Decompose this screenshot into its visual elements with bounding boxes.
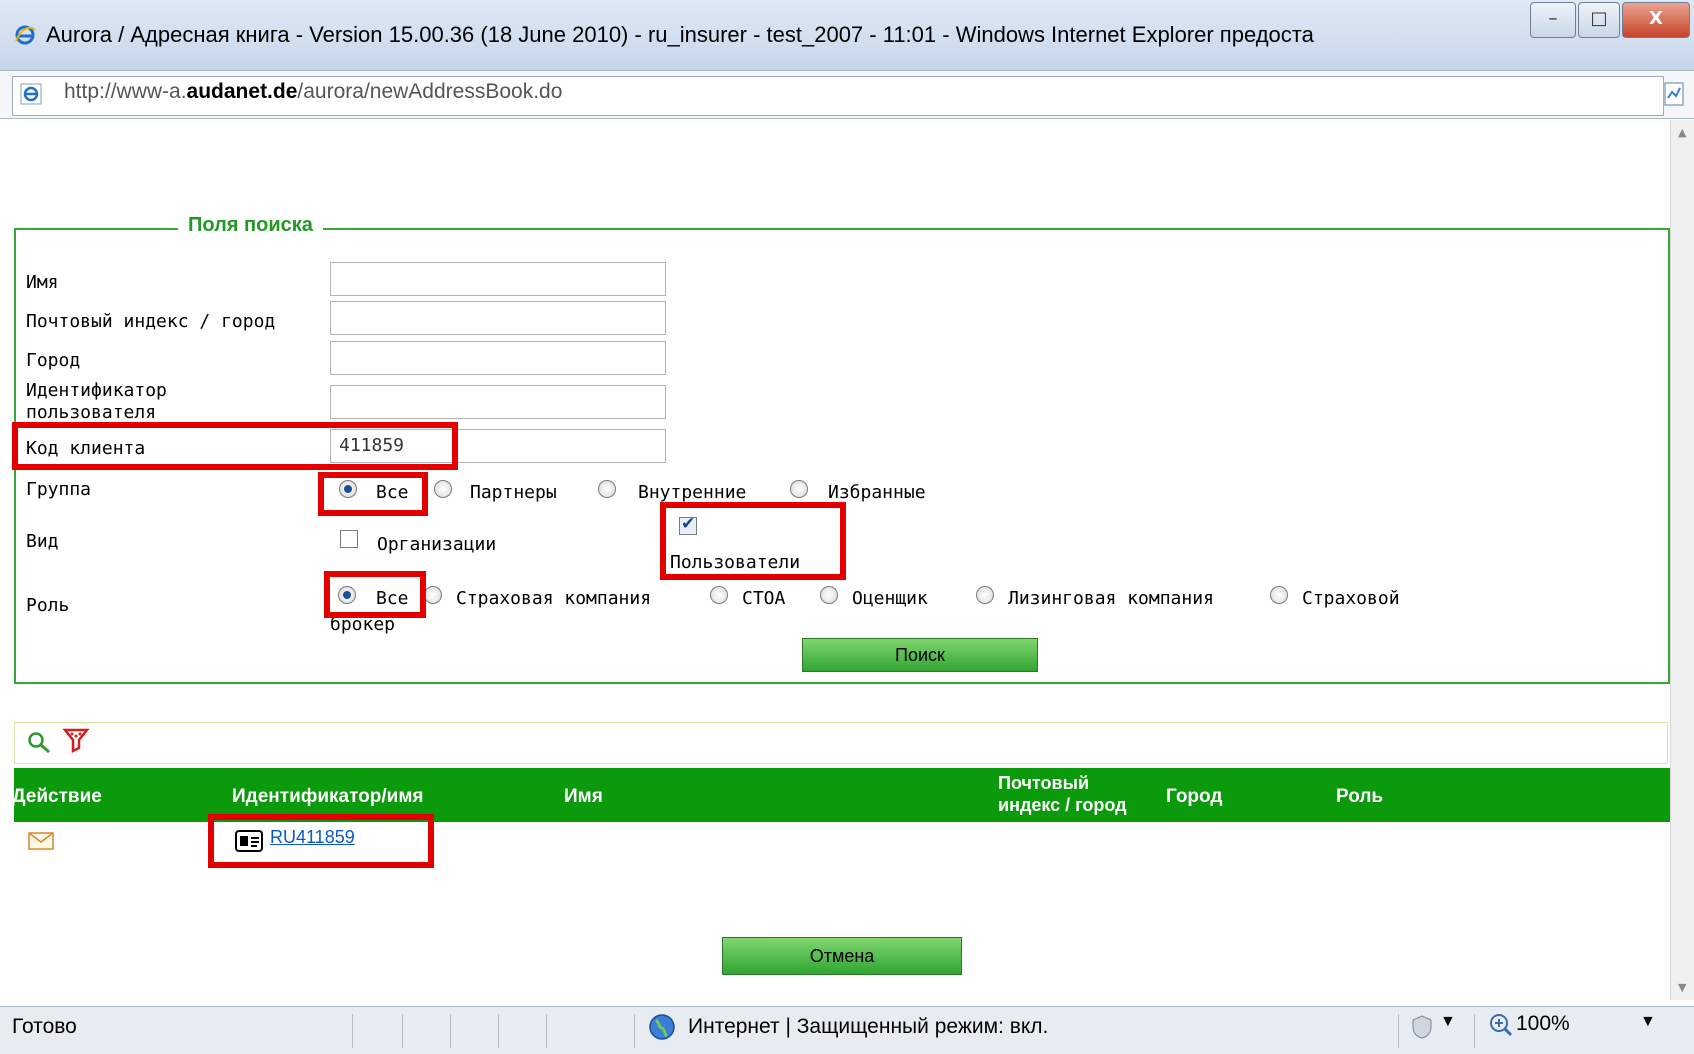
url-domain: audanet.de	[186, 80, 298, 103]
role-leasing-label: Лизинговая компания	[1008, 588, 1214, 609]
column-postal-line1: Почтовый	[998, 773, 1090, 793]
minimize-icon: –	[1548, 8, 1558, 29]
close-button[interactable]: X	[1622, 2, 1690, 38]
close-icon: X	[1649, 8, 1663, 29]
postal-input[interactable]	[330, 301, 666, 335]
highlight-users	[660, 502, 846, 580]
scroll-down-icon[interactable]: ▼	[1678, 981, 1686, 994]
globe-icon	[649, 1014, 675, 1040]
results-toolbar	[14, 722, 1668, 764]
role-leasing-radio[interactable]	[976, 586, 994, 604]
column-postal-line2: индекс / город	[998, 795, 1127, 815]
status-zone: Интернет | Защищенный режим: вкл.	[688, 1015, 1049, 1038]
search-legend: Поля поиска	[178, 214, 323, 237]
role-label: Роль	[26, 595, 70, 616]
url-path: /aurora/newAddressBook.do	[297, 80, 563, 103]
group-partners-label: Партнеры	[470, 482, 557, 503]
role-stoa-radio[interactable]	[710, 586, 728, 604]
status-ready: Готово	[12, 1015, 77, 1038]
group-internal-label: Внутренние	[638, 482, 747, 503]
city-input[interactable]	[330, 341, 666, 375]
zoom-icon[interactable]	[1488, 1012, 1514, 1038]
type-label: Вид	[26, 531, 59, 552]
userid-input[interactable]	[330, 385, 666, 419]
userid-label-line1: Идентификатор	[26, 380, 167, 401]
zoom-level[interactable]: 100%	[1516, 1012, 1570, 1036]
window-title: Aurora / Адресная книга - Version 15.00.…	[46, 22, 1314, 47]
filter-icon[interactable]	[62, 726, 90, 756]
cancel-button[interactable]: Отмена	[722, 937, 962, 975]
role-insurer-radio[interactable]	[424, 586, 442, 604]
column-role: Роль	[1336, 786, 1384, 807]
column-city: Город	[1166, 786, 1223, 807]
status-separator	[546, 1014, 547, 1048]
role-appraiser-label: Оценщик	[852, 588, 928, 609]
city-label: Город	[26, 350, 81, 371]
name-input[interactable]	[330, 262, 666, 296]
role-insurer-label: Страховая компания	[456, 588, 652, 609]
maximize-icon: □	[1590, 8, 1608, 29]
organizations-checkbox[interactable]	[340, 530, 358, 548]
status-separator	[634, 1014, 635, 1048]
vertical-scrollbar[interactable]: ▲ ▼	[1670, 120, 1694, 1000]
group-internal-radio[interactable]	[598, 480, 616, 498]
minimize-button[interactable]: –	[1530, 2, 1576, 38]
role-stoa-label: СТОА	[742, 588, 786, 609]
maximize-button[interactable]: □	[1578, 2, 1620, 38]
role-appraiser-radio[interactable]	[820, 586, 838, 604]
column-postal: Почтовый индекс / город	[998, 772, 1127, 816]
column-name: Имя	[564, 786, 603, 807]
role-broker-label: Страховой	[1302, 588, 1400, 609]
highlight-group-all	[318, 472, 428, 516]
postal-label: Почтовый индекс / город	[26, 311, 276, 332]
group-favorites-radio[interactable]	[790, 480, 808, 498]
ie-logo-icon	[15, 25, 36, 45]
column-id-name: Идентификатор/имя	[232, 786, 424, 807]
status-separator	[1398, 1014, 1399, 1048]
userid-label-line2: пользователя	[26, 402, 157, 420]
highlight-result-id	[208, 814, 434, 868]
search-icon[interactable]	[26, 730, 52, 756]
status-separator	[1474, 1014, 1475, 1048]
organizations-label: Организации	[377, 534, 497, 555]
status-separator	[352, 1014, 353, 1048]
highlight-client-code	[12, 422, 458, 470]
mail-icon[interactable]	[28, 832, 54, 850]
status-separator	[450, 1014, 451, 1048]
compatibility-view-icon[interactable]	[1662, 80, 1688, 108]
protected-mode-dropdown-icon[interactable]: ▼	[1440, 1013, 1456, 1031]
scroll-up-icon[interactable]: ▲	[1678, 126, 1686, 139]
url-prefix: http://www-a.	[64, 80, 187, 103]
url-text[interactable]: http://www-a.audanet.de/aurora/newAddres…	[64, 80, 562, 104]
zoom-dropdown-icon[interactable]: ▼	[1640, 1013, 1656, 1031]
group-partners-radio[interactable]	[434, 480, 452, 498]
group-label: Группа	[26, 479, 92, 500]
page-icon	[20, 83, 42, 105]
status-separator	[402, 1014, 403, 1048]
status-separator	[498, 1014, 499, 1048]
protected-mode-icon[interactable]	[1410, 1014, 1434, 1040]
name-label: Имя	[26, 272, 59, 293]
column-action: Действие	[12, 786, 102, 807]
role-broker-radio[interactable]	[1270, 586, 1288, 604]
userid-label: Идентификатор пользователя	[26, 380, 167, 420]
search-button[interactable]: Поиск	[802, 638, 1038, 672]
group-favorites-label: Избранные	[828, 482, 926, 503]
highlight-role-all	[324, 571, 426, 618]
